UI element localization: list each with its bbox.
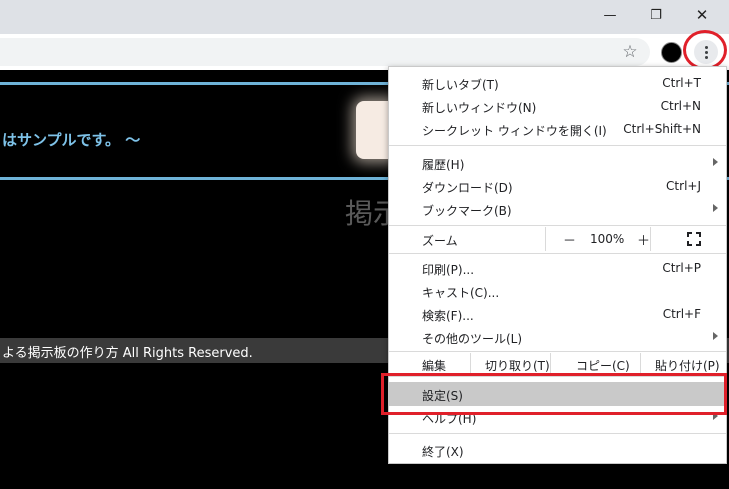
- menu-item-label: その他のツール(L): [422, 332, 523, 346]
- restore-button[interactable]: ❐: [633, 0, 679, 30]
- menu-divider: [389, 225, 726, 226]
- close-icon: ✕: [695, 6, 709, 24]
- fullscreen-icon: [687, 232, 701, 246]
- menu-item-label: ダウンロード(D): [422, 181, 513, 195]
- menu-item-label: 印刷(P)...: [422, 263, 475, 277]
- menu-item-new-window[interactable]: 新しいウィンドウ(N) Ctrl+N: [389, 95, 726, 117]
- menu-item-label: 履歴(H): [422, 158, 465, 172]
- zoom-out-button[interactable]: －: [563, 230, 576, 249]
- menu-divider: [389, 253, 726, 254]
- menu-item-shortcut: Ctrl+P: [662, 261, 701, 275]
- menu-item-shortcut: Ctrl+F: [662, 307, 701, 321]
- fullscreen-button[interactable]: [650, 227, 726, 251]
- menu-item-label: キャスト(C)...: [422, 286, 500, 300]
- cut-label: 切り取り(T): [485, 359, 550, 373]
- close-window-button[interactable]: ✕: [679, 0, 725, 30]
- minimize-icon: —: [603, 7, 617, 23]
- annotation-highlight-box: [381, 373, 727, 415]
- menu-item-history[interactable]: 履歴(H): [389, 152, 726, 174]
- menu-item-new-tab[interactable]: 新しいタブ(T) Ctrl+T: [389, 72, 726, 94]
- browser-toolbar: ☆: [0, 34, 729, 70]
- menu-item-label: シークレット ウィンドウを開く(I): [422, 124, 607, 138]
- minimize-button[interactable]: —: [587, 0, 633, 30]
- menu-item-shortcut: Ctrl+T: [662, 76, 701, 90]
- menu-item-cast[interactable]: キャスト(C)...: [389, 280, 726, 302]
- profile-avatar[interactable]: [661, 42, 682, 63]
- menu-item-label: 新しいタブ(T): [422, 78, 499, 92]
- menu-item-shortcut: Ctrl+N: [660, 99, 701, 113]
- menu-divider: [389, 351, 726, 352]
- menu-item-print[interactable]: 印刷(P)... Ctrl+P: [389, 257, 726, 279]
- menu-divider: [389, 433, 726, 434]
- restore-icon: ❐: [650, 7, 662, 23]
- annotation-circle: [683, 30, 727, 70]
- menu-item-incognito[interactable]: シークレット ウィンドウを開く(I) Ctrl+Shift+N: [389, 118, 726, 140]
- banner-text: はサンプルです。 ～: [2, 131, 141, 149]
- menu-item-label: 検索(F)...: [422, 309, 474, 323]
- zoom-label: ズーム: [422, 234, 458, 248]
- menu-item-shortcut: Ctrl+J: [666, 179, 701, 193]
- menu-item-bookmarks[interactable]: ブックマーク(B): [389, 198, 726, 220]
- title-bar: — ❐ ✕: [0, 0, 729, 34]
- zoom-row: ズーム － 100% ＋: [389, 227, 726, 251]
- menu-item-exit[interactable]: 終了(X): [389, 439, 726, 461]
- edit-label: 編集: [422, 359, 447, 373]
- submenu-arrow-icon: [713, 158, 718, 166]
- menu-item-label: 終了(X): [422, 445, 464, 459]
- submenu-arrow-icon: [713, 332, 718, 340]
- paste-label: 貼り付け(P): [655, 359, 720, 373]
- bookmark-star-icon[interactable]: ☆: [620, 42, 640, 62]
- zoom-in-button[interactable]: ＋: [637, 230, 650, 249]
- menu-divider: [389, 145, 726, 146]
- menu-item-label: 新しいウィンドウ(N): [422, 101, 537, 115]
- menu-item-downloads[interactable]: ダウンロード(D) Ctrl+J: [389, 175, 726, 197]
- footer-copyright: よる掲示板の作り方 All Rights Reserved.: [2, 346, 253, 361]
- copy-label: コピー(C): [576, 359, 630, 373]
- menu-item-shortcut: Ctrl+Shift+N: [623, 122, 701, 136]
- submenu-arrow-icon: [713, 204, 718, 212]
- menu-item-more-tools[interactable]: その他のツール(L): [389, 326, 726, 348]
- menu-item-find[interactable]: 検索(F)... Ctrl+F: [389, 303, 726, 325]
- zoom-level: 100%: [590, 232, 625, 246]
- address-bar[interactable]: [0, 38, 650, 66]
- menu-item-label: ブックマーク(B): [422, 204, 512, 218]
